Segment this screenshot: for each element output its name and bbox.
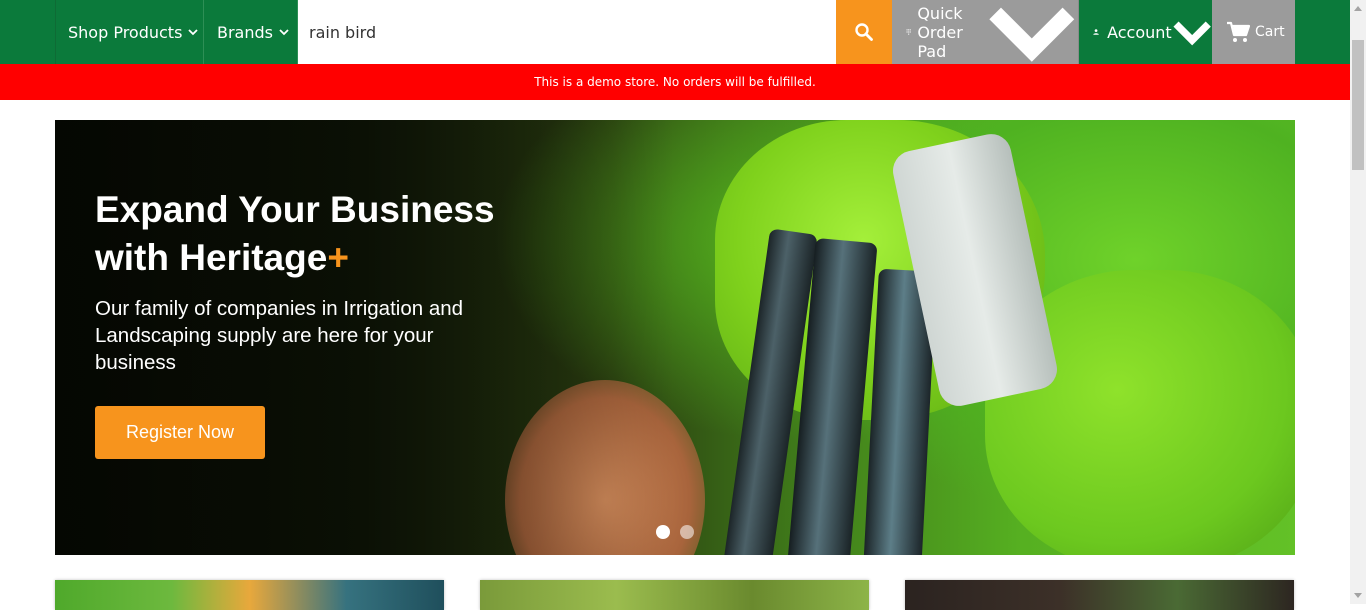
demo-store-banner: This is a demo store. No orders will be … bbox=[0, 64, 1350, 100]
quick-order-label: Quick Order Pad bbox=[917, 3, 963, 61]
brands-menu[interactable]: Brands bbox=[205, 0, 298, 64]
category-card-image[interactable] bbox=[905, 580, 1294, 610]
hero-title-line2: with Heritage bbox=[95, 237, 328, 278]
chevron-down-icon bbox=[279, 29, 289, 36]
hero-carousel: Expand Your Business with Heritage+ Our … bbox=[55, 120, 1295, 555]
hero-title: Expand Your Business with Heritage+ bbox=[95, 186, 535, 282]
carousel-dot-1[interactable] bbox=[656, 525, 670, 539]
cart-button[interactable]: Cart bbox=[1212, 0, 1295, 64]
category-card-image[interactable] bbox=[55, 580, 444, 610]
hero-subtitle: Our family of companies in Irrigation an… bbox=[95, 297, 464, 374]
search-button[interactable] bbox=[836, 0, 892, 64]
carousel-dot-2[interactable] bbox=[680, 525, 694, 539]
category-card-image[interactable] bbox=[480, 580, 869, 610]
user-icon bbox=[1093, 29, 1099, 35]
scrollbar-thumb[interactable] bbox=[1352, 40, 1364, 170]
account-menu[interactable]: Account bbox=[1079, 0, 1212, 64]
demo-banner-text: This is a demo store. No orders will be … bbox=[534, 75, 816, 89]
cart-label: Cart bbox=[1255, 24, 1285, 40]
keypad-icon bbox=[906, 29, 911, 35]
account-label: Account bbox=[1107, 22, 1172, 42]
brands-label: Brands bbox=[217, 22, 273, 42]
chevron-down-icon bbox=[1173, 21, 1211, 46]
search-field bbox=[298, 0, 836, 64]
top-navigation: Shop Products Brands Quick Order Pad Acc… bbox=[0, 0, 1350, 64]
hero-title-plus: + bbox=[327, 237, 349, 278]
hero-title-line1: Expand Your Business bbox=[95, 189, 495, 230]
quick-order-pad-menu[interactable]: Quick Order Pad bbox=[892, 0, 1079, 64]
search-icon bbox=[855, 23, 873, 41]
cart-icon bbox=[1227, 21, 1250, 42]
search-input[interactable] bbox=[309, 22, 836, 42]
chevron-down-icon bbox=[188, 29, 199, 36]
scroll-down-arrow-icon[interactable] bbox=[1350, 588, 1366, 604]
scroll-up-arrow-icon[interactable] bbox=[1350, 0, 1366, 16]
shop-products-label: Shop Products bbox=[68, 22, 183, 42]
shop-products-menu[interactable]: Shop Products bbox=[55, 0, 204, 64]
register-now-button[interactable]: Register Now bbox=[95, 406, 265, 459]
